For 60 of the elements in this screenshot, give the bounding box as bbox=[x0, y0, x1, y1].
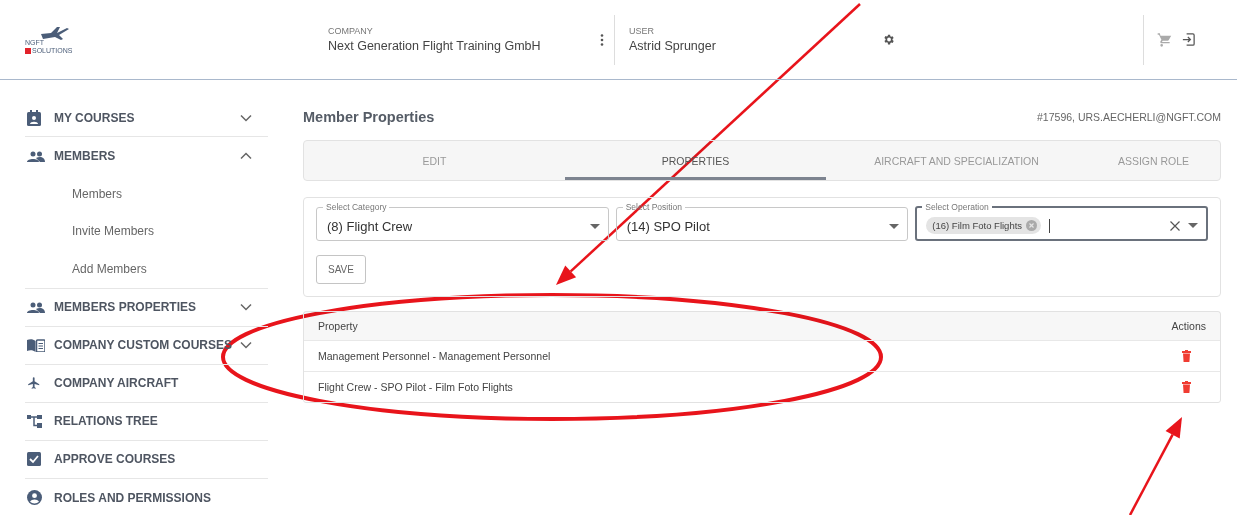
people-icon bbox=[27, 301, 45, 313]
nav-label: MEMBERS PROPERTIES bbox=[54, 300, 198, 314]
nav-item[interactable]: MEMBERS bbox=[25, 137, 268, 175]
chevron-up-icon[interactable] bbox=[240, 152, 252, 160]
nav-label: RELATIONS TREE bbox=[54, 414, 159, 428]
select-value: (8) Flight Crew bbox=[327, 218, 414, 234]
checkbox-icon bbox=[27, 452, 41, 466]
nav-item[interactable]: APPROVE COURSES bbox=[25, 440, 268, 479]
calendar-icon bbox=[27, 109, 41, 126]
company-label: COMPANY bbox=[328, 26, 374, 36]
save-button[interactable]: SAVE bbox=[316, 255, 366, 284]
book-icon bbox=[27, 338, 45, 352]
settings-icon[interactable] bbox=[882, 33, 895, 46]
clear-icon[interactable] bbox=[1170, 220, 1180, 231]
column-header: Property bbox=[318, 320, 358, 332]
multi-select-field[interactable]: Select Operation (16) Film Foto Flights bbox=[915, 202, 1208, 241]
nav-item[interactable]: MY COURSES bbox=[25, 99, 268, 137]
nav-label: COMPANY AIRCRAFT bbox=[54, 376, 180, 390]
column-header: Actions bbox=[1171, 320, 1206, 332]
nav-label: APPROVE COURSES bbox=[54, 452, 177, 466]
text-cursor bbox=[1049, 218, 1051, 233]
plane-icon bbox=[39, 24, 71, 41]
table-cell: Flight Crew - SPO Pilot - Film Foto Flights bbox=[318, 381, 513, 393]
nav-subitem[interactable]: Members bbox=[72, 186, 122, 201]
user-label: USER bbox=[629, 26, 655, 36]
member-info: #17596, URS.AECHERLI@NGFT.COM bbox=[1037, 111, 1221, 123]
trash-icon[interactable] bbox=[1181, 381, 1191, 393]
nav-item[interactable]: MEMBERS PROPERTIES bbox=[25, 288, 268, 327]
trash-icon[interactable] bbox=[1181, 350, 1191, 362]
tree-icon bbox=[27, 414, 42, 428]
logout-icon[interactable] bbox=[1181, 32, 1196, 47]
more-menu-icon[interactable] bbox=[600, 33, 604, 46]
caret-icon[interactable] bbox=[589, 223, 600, 229]
user-name: Astrid Sprunger bbox=[629, 39, 717, 53]
field-label: Select Operation bbox=[924, 202, 990, 212]
field-label: Select Category bbox=[325, 202, 388, 212]
caret-icon[interactable] bbox=[889, 223, 900, 229]
chevron-down-icon[interactable] bbox=[240, 303, 252, 311]
nav-label: MY COURSES bbox=[54, 110, 136, 125]
nav-item[interactable]: ROLES AND PERMISSIONS bbox=[25, 478, 268, 515]
company-name: Next Generation Flight Training GmbH bbox=[328, 39, 541, 53]
nav-item[interactable]: COMPANY AIRCRAFT bbox=[25, 364, 268, 403]
page-title: Member Properties bbox=[303, 109, 435, 125]
caret-icon[interactable] bbox=[1188, 223, 1198, 228]
nav-label: ROLES AND PERMISSIONS bbox=[54, 490, 212, 505]
airplane-icon bbox=[27, 376, 41, 390]
account-circle-icon bbox=[27, 490, 42, 505]
chip[interactable]: (16) Film Foto Flights bbox=[926, 217, 1042, 234]
people-icon bbox=[27, 150, 45, 162]
nav-item[interactable]: RELATIONS TREE bbox=[25, 402, 268, 441]
select-field[interactable]: Select Category (8) Flight Crew bbox=[316, 202, 609, 241]
chevron-down-icon[interactable] bbox=[240, 341, 252, 349]
swiss-cross-icon bbox=[25, 47, 31, 54]
nav-subitem[interactable]: Add Members bbox=[72, 261, 147, 276]
chevron-down-icon[interactable] bbox=[240, 113, 252, 122]
nav-subitem[interactable]: Invite Members bbox=[72, 224, 155, 239]
table-cell: Management Personnel - Management Personnel bbox=[318, 350, 551, 362]
nav-label: MEMBERS bbox=[54, 149, 117, 163]
chip-label: (16) Film Foto Flights bbox=[932, 220, 1023, 231]
select-value: (14) SPO Pilot bbox=[626, 218, 711, 234]
